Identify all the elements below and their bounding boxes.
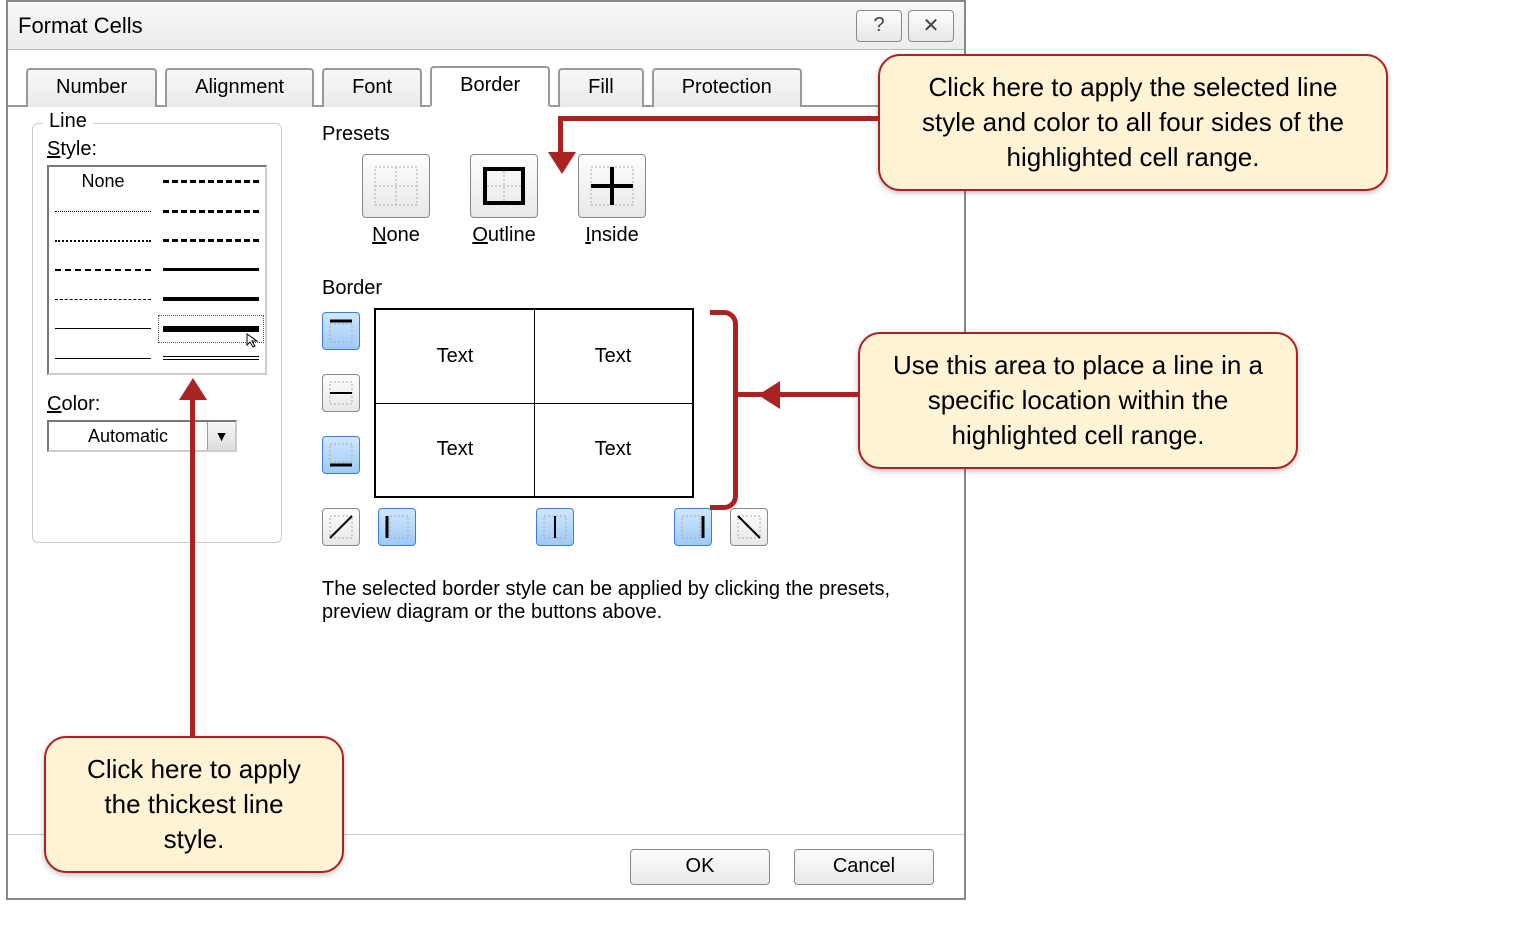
border-right-button[interactable] [674, 508, 712, 546]
border-hmiddle-button[interactable] [322, 374, 360, 412]
presets-section-label: Presets [322, 123, 940, 146]
ok-button[interactable]: OK [630, 849, 770, 885]
line-style-none[interactable]: None [49, 167, 157, 196]
border-bottom-button[interactable] [322, 436, 360, 474]
border-diag-down-button[interactable] [730, 508, 768, 546]
border-diag-up-icon [328, 514, 354, 540]
arrow-head-icon [179, 378, 207, 400]
help-button[interactable]: ? [856, 10, 902, 42]
line-style-dotted[interactable] [49, 226, 157, 255]
line-style-med-dash[interactable] [157, 196, 265, 225]
preset-inside-label: Inside [585, 224, 638, 247]
line-style-med-dashdot[interactable] [157, 167, 265, 196]
line-color-dropdown[interactable]: Automatic ▼ [47, 420, 237, 452]
line-fieldset: Line SStyle:tyle: None [32, 123, 282, 543]
line-style-thin2[interactable] [49, 344, 157, 373]
bracket-icon [710, 310, 738, 510]
tab-number[interactable]: Number [26, 68, 157, 107]
arrow-head-icon [548, 152, 576, 174]
arrow-head-icon [758, 381, 780, 409]
titlebar: Format Cells ? ✕ [8, 2, 964, 50]
tab-content: Line SStyle:tyle: None [8, 107, 964, 834]
tab-font[interactable]: Font [322, 68, 422, 107]
line-style-thick[interactable] [157, 314, 265, 343]
line-style-med-dashdot2[interactable] [157, 226, 265, 255]
style-label: SStyle:tyle: [47, 138, 97, 160]
border-top-icon [328, 318, 354, 344]
arrow-line [190, 398, 195, 736]
border-right-icon [680, 514, 706, 540]
preset-inside-button[interactable] [578, 154, 646, 218]
preset-none-label: None [372, 224, 420, 247]
info-text: The selected border style can be applied… [322, 578, 940, 624]
preview-cell: Text [376, 310, 534, 403]
tab-fill[interactable]: Fill [558, 68, 644, 107]
line-style-medium[interactable] [157, 255, 265, 284]
border-top-button[interactable] [322, 312, 360, 350]
preset-none-button[interactable] [362, 154, 430, 218]
preset-outline-button[interactable] [470, 154, 538, 218]
line-style-dashed[interactable] [49, 255, 157, 284]
line-style-hair[interactable] [49, 196, 157, 225]
preset-outline-icon [481, 165, 527, 207]
close-icon: ✕ [923, 13, 940, 38]
border-preview[interactable]: Text Text Text Text [374, 308, 694, 498]
preset-none-icon [373, 165, 419, 207]
border-vmiddle-button[interactable] [536, 508, 574, 546]
border-vmiddle-icon [542, 514, 568, 540]
border-left-icon [384, 514, 410, 540]
arrow-line [560, 116, 878, 121]
cancel-button[interactable]: Cancel [794, 849, 934, 885]
preview-cell: Text [534, 403, 692, 496]
line-style-dashdot[interactable] [49, 285, 157, 314]
border-diag-up-button[interactable] [322, 508, 360, 546]
line-style-palette: None [47, 165, 267, 375]
tab-border[interactable]: Border [430, 66, 550, 107]
callout-thick-line: Click here to apply the thickest line st… [44, 736, 344, 873]
line-style-double[interactable] [157, 344, 265, 373]
window-title: Format Cells [18, 13, 143, 39]
arrow-line [738, 392, 858, 397]
color-label: Color: [47, 393, 267, 416]
tab-alignment[interactable]: Alignment [165, 68, 314, 107]
tab-protection[interactable]: Protection [652, 68, 802, 107]
right-column: Presets None [322, 123, 940, 624]
preview-cell: Text [376, 403, 534, 496]
callout-preview: Use this area to place a line in a speci… [858, 332, 1298, 469]
preset-inside-icon [589, 165, 635, 207]
border-bottom-icon [328, 442, 354, 468]
border-hmiddle-icon [328, 380, 354, 406]
help-icon: ? [873, 14, 884, 37]
line-style-med-solid[interactable] [157, 285, 265, 314]
line-section-label: Line [43, 110, 93, 133]
arrow-line [558, 116, 563, 156]
dropdown-arrow-icon: ▼ [207, 422, 235, 450]
callout-outline: Click here to apply the selected line st… [878, 54, 1388, 191]
preview-cell: Text [534, 310, 692, 403]
tab-strip: Number Alignment Font Border Fill Protec… [8, 50, 964, 107]
border-section-label: Border [322, 277, 940, 300]
border-diag-down-icon [736, 514, 762, 540]
close-button[interactable]: ✕ [908, 10, 954, 42]
line-style-thin[interactable] [49, 314, 157, 343]
line-color-value: Automatic [49, 426, 207, 447]
border-left-button[interactable] [378, 508, 416, 546]
preset-outline-label: Outline [472, 224, 535, 247]
